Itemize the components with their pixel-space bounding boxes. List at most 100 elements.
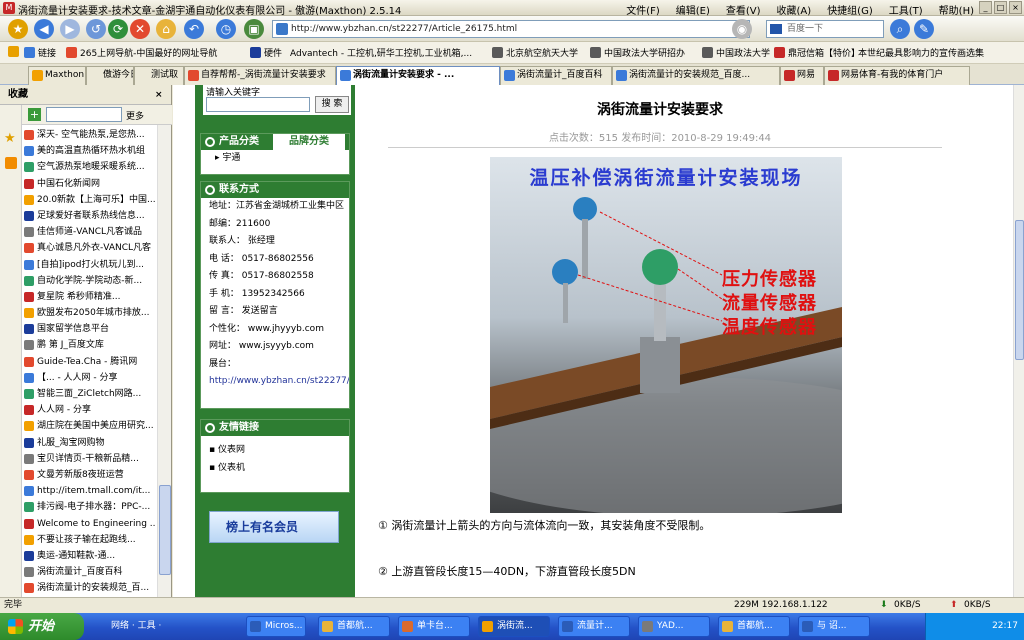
close-button[interactable]: ×	[1009, 1, 1022, 14]
favorites-star-icon[interactable]: ★	[4, 131, 18, 146]
task-yad[interactable]: YAD...	[638, 616, 710, 637]
sidebar-item[interactable]: 湖庄院在美国中美应用研究...	[23, 418, 156, 434]
tab-install-spec[interactable]: 涡街流量计的安装规范_百度...	[612, 66, 780, 85]
menu-tools[interactable]: 工具(T)	[883, 2, 929, 17]
tab-brand-category[interactable]: 品牌分类	[273, 134, 345, 150]
sidebar-item[interactable]: 排污阀-电子排水器：PPC-...	[23, 499, 156, 515]
sidebar-item[interactable]: http://item.tmall.com/it...	[23, 483, 156, 499]
member-badge[interactable]: 榜上有名会员	[209, 511, 339, 543]
sidebar-item[interactable]: 自动化学院-学院动态-新...	[23, 273, 156, 289]
task-chat[interactable]: 与 诏...	[798, 616, 870, 637]
sidebar-item[interactable]: 【... - 人人网 - 分享	[23, 370, 156, 386]
history-icon[interactable]: ↺	[86, 19, 106, 39]
sidebar-item[interactable]: [自拍]ipod打火机玩儿到...	[23, 257, 156, 273]
page-tools-icon[interactable]: ▣	[244, 19, 264, 39]
task-browser-active[interactable]: 涡街流...	[478, 616, 550, 637]
contact-shop-url[interactable]: http://www.ybzhan.cn/st22277/	[201, 373, 349, 391]
favbar-item[interactable]: 265上网导航-中国最好的网址导航	[66, 46, 217, 59]
stop-icon[interactable]: ✕	[130, 19, 150, 39]
sidebar-item[interactable]: 人人网 - 分享	[23, 402, 156, 418]
tab-today[interactable]: 傲游今日	[86, 66, 134, 85]
menu-view[interactable]: 查看(V)	[720, 2, 767, 17]
minimize-button[interactable]: _	[979, 1, 992, 14]
tray-clock[interactable]: 22:17	[992, 621, 1018, 631]
search-icon[interactable]: ⌕	[890, 19, 910, 39]
tab-test[interactable]: 测试取	[134, 66, 184, 85]
sidebar-filter-select[interactable]	[46, 107, 122, 122]
task-beihang[interactable]: 首都航...	[718, 616, 790, 637]
contact-site2[interactable]: 网址： www.jsyyyb.com	[201, 338, 349, 356]
highlight-icon[interactable]: ✎	[914, 19, 934, 39]
sidebar-item[interactable]: 空气源热泵地暖采暖系统...	[23, 159, 156, 175]
contact-site1[interactable]: 个性化： www.jhyyyb.com	[201, 321, 349, 339]
tab-163-sports[interactable]: 网易体育-有我的体育门户	[824, 66, 970, 85]
forward-icon[interactable]: ▶	[60, 19, 80, 39]
task-word[interactable]: Micros...	[246, 616, 306, 637]
sidebar-item[interactable]: 礼服_淘宝网购物	[23, 435, 156, 451]
tab-163[interactable]: 网易	[780, 66, 824, 85]
quick-launch[interactable]: 网络 · 工具 ·	[92, 616, 242, 637]
sidebar-item[interactable]: 中国石化新闻网	[23, 176, 156, 192]
menu-favorites[interactable]: 收藏(A)	[771, 2, 818, 17]
sidebar-item[interactable]: 深天- 空气能热泵,是您热...	[23, 127, 156, 143]
favbar-item[interactable]: Advantech - 工控机,研华工控机,工业机箱,...	[290, 46, 472, 59]
sidebar-item[interactable]: 不要让孩子输在起跑线...	[23, 532, 156, 548]
tab-self-recommend[interactable]: 自荐帮帮-_涡街流量计安装要求	[184, 66, 336, 85]
add-favorite-icon[interactable]: +	[28, 108, 41, 121]
sidebar-item[interactable]: Welcome to Engineering ...	[23, 516, 156, 532]
brand-item[interactable]: ▸ 宇通	[201, 150, 349, 168]
favbar-item[interactable]: 硬件	[250, 46, 282, 59]
home-icon[interactable]: ⌂	[156, 19, 176, 39]
page-scrollbar[interactable]	[1013, 85, 1024, 597]
menu-file[interactable]: 文件(F)	[620, 2, 666, 17]
page-scroll-thumb[interactable]	[1015, 220, 1024, 360]
refresh-icon[interactable]: ⟳	[108, 19, 128, 39]
tab-maxthon[interactable]: Maxthon	[28, 66, 86, 85]
tab-active-article[interactable]: 涡街流量计安装要求 - ...	[336, 66, 500, 85]
sidebar-item[interactable]: 奥运-通知鞋款-通...	[23, 548, 156, 564]
tab-baike[interactable]: 涡街流量计_百度百科	[500, 66, 612, 85]
sidebar-item[interactable]: 国家留学信息平台	[23, 321, 156, 337]
task-flowmeter[interactable]: 流量计...	[558, 616, 630, 637]
sidebar-close-icon[interactable]: ×	[155, 90, 165, 100]
sidebar-item[interactable]: 涡街流量计_百度百科	[23, 564, 156, 580]
back-icon[interactable]: ◀	[34, 19, 54, 39]
sidebar-item[interactable]: 复星院 希秒师精准...	[23, 289, 156, 305]
sidebar-item[interactable]: 真心诚恳凡外衣-VANCL凡客	[23, 240, 156, 256]
menu-edit[interactable]: 编辑(E)	[670, 2, 716, 17]
sidebar-item[interactable]: 宝贝详情页-干粮新品精...	[23, 451, 156, 467]
sidebar-item[interactable]: 足球爱好者联系热线信息...	[23, 208, 156, 224]
sidebar-more-button[interactable]: 更多	[126, 109, 144, 122]
sidebar-item[interactable]: Guide-Tea.Cha - 腾讯网	[23, 354, 156, 370]
search-box[interactable]: 百度一下	[766, 20, 884, 38]
start-button[interactable]: 开始	[0, 613, 84, 640]
link-item[interactable]: ▪ 仪表机	[201, 460, 349, 478]
task-folder[interactable]: 首都航...	[318, 616, 390, 637]
menu-help[interactable]: 帮助(H)	[933, 2, 980, 17]
favbar-item[interactable]: 本世纪最具影响力的宣传画选集	[858, 46, 984, 59]
favorites-heart-icon[interactable]	[8, 46, 19, 57]
sidebar-scrollbar[interactable]	[157, 125, 171, 597]
favbar-item[interactable]: 链接	[24, 46, 56, 59]
address-bar[interactable]: http://www.ybzhan.cn/st22277/Article_261…	[272, 20, 750, 38]
sidebar-scroll-thumb[interactable]	[159, 485, 171, 575]
task-card[interactable]: 单卡台...	[398, 616, 470, 637]
sidebar-item[interactable]: 20.0新款【上海可乐】中国...	[23, 192, 156, 208]
undo-close-icon[interactable]: ↶	[184, 19, 204, 39]
sidebar-item[interactable]: 欧盟发布2050年城市排放...	[23, 305, 156, 321]
sidebar-item[interactable]: 文曼芳新版8夜班运营	[23, 467, 156, 483]
contact-message[interactable]: 留 言： 发送留言	[201, 303, 349, 321]
sidebar-item[interactable]: 美的高温直热循环热水机组	[23, 143, 156, 159]
search-button[interactable]: 搜 索	[315, 96, 349, 113]
link-item[interactable]: ▪ 仪表网	[201, 442, 349, 460]
sidebar-item[interactable]: 鹏 第 J_百度文库	[23, 337, 156, 353]
favbar-item[interactable]: 中国政法大学研招办	[590, 46, 685, 59]
favbar-item[interactable]: 北京航空航天大学	[492, 46, 578, 59]
favbar-item[interactable]: 鼎冠信箱【特价】	[774, 46, 860, 59]
clock-icon[interactable]: ◷	[216, 19, 236, 39]
favbar-item[interactable]: 中国政法大学	[702, 46, 770, 59]
rss-icon[interactable]	[5, 157, 17, 169]
maximize-button[interactable]: □	[994, 1, 1007, 14]
menu-groups[interactable]: 快捷组(G)	[821, 2, 879, 17]
keyword-input[interactable]	[206, 97, 310, 112]
